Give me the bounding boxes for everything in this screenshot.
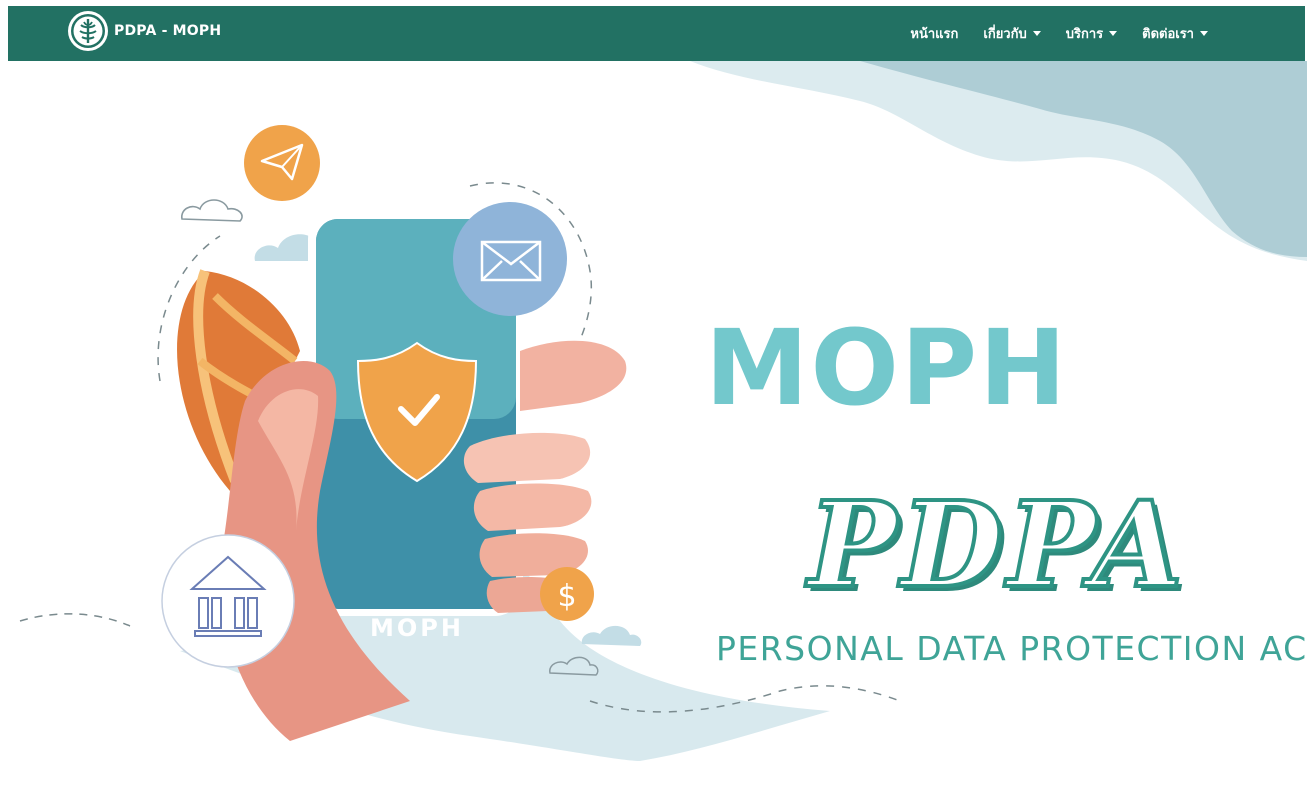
- nav-about-label: เกี่ยวกับ: [983, 27, 1027, 42]
- hero-title: MOPH: [705, 307, 1069, 429]
- nav-menu: หน้าแรก เกี่ยวกับ บริการ ติดต่อเรา: [885, 6, 1208, 61]
- bank-icon: [161, 534, 295, 668]
- nav-contact-label: ติดต่อเรา: [1142, 27, 1194, 42]
- paper-plane-icon: [244, 125, 320, 201]
- nav-contact-dropdown[interactable]: ติดต่อเรา: [1142, 23, 1208, 44]
- nav-home[interactable]: หน้าแรก: [910, 23, 958, 44]
- envelope-icon: [453, 202, 567, 316]
- chevron-down-icon: [1032, 31, 1041, 36]
- cloud-icon: [181, 199, 243, 222]
- brand-link[interactable]: PDPA - MOPH: [67, 10, 221, 52]
- chevron-down-icon: [1200, 31, 1208, 36]
- cloud-icon: [581, 625, 642, 646]
- dollar-coin-icon: $: [540, 567, 594, 621]
- hero-pdpa-title: PDPA: [806, 475, 1187, 614]
- chevron-down-icon: [1109, 31, 1118, 36]
- hero-illustration: $: [19, 61, 1307, 761]
- phone-screen-label: MOPH: [370, 614, 464, 642]
- svg-text:$: $: [557, 579, 576, 614]
- nav-services-dropdown[interactable]: บริการ: [1065, 23, 1118, 44]
- navbar: PDPA - MOPH หน้าแรก เกี่ยวกับ บริการ ติด…: [8, 6, 1305, 61]
- hero-tagline: PERSONAL DATA PROTECTION ACT: [716, 629, 1307, 668]
- nav-services-label: บริการ: [1065, 27, 1104, 42]
- hero-banner: $ MOPH MOPH PDPA PERSONAL DATA PROTECTIO…: [0, 61, 1307, 799]
- brand-title: PDPA - MOPH: [114, 23, 222, 39]
- moph-emblem-icon: [68, 11, 108, 51]
- nav-home-label: หน้าแรก: [910, 27, 959, 42]
- nav-about-dropdown[interactable]: เกี่ยวกับ: [983, 23, 1041, 44]
